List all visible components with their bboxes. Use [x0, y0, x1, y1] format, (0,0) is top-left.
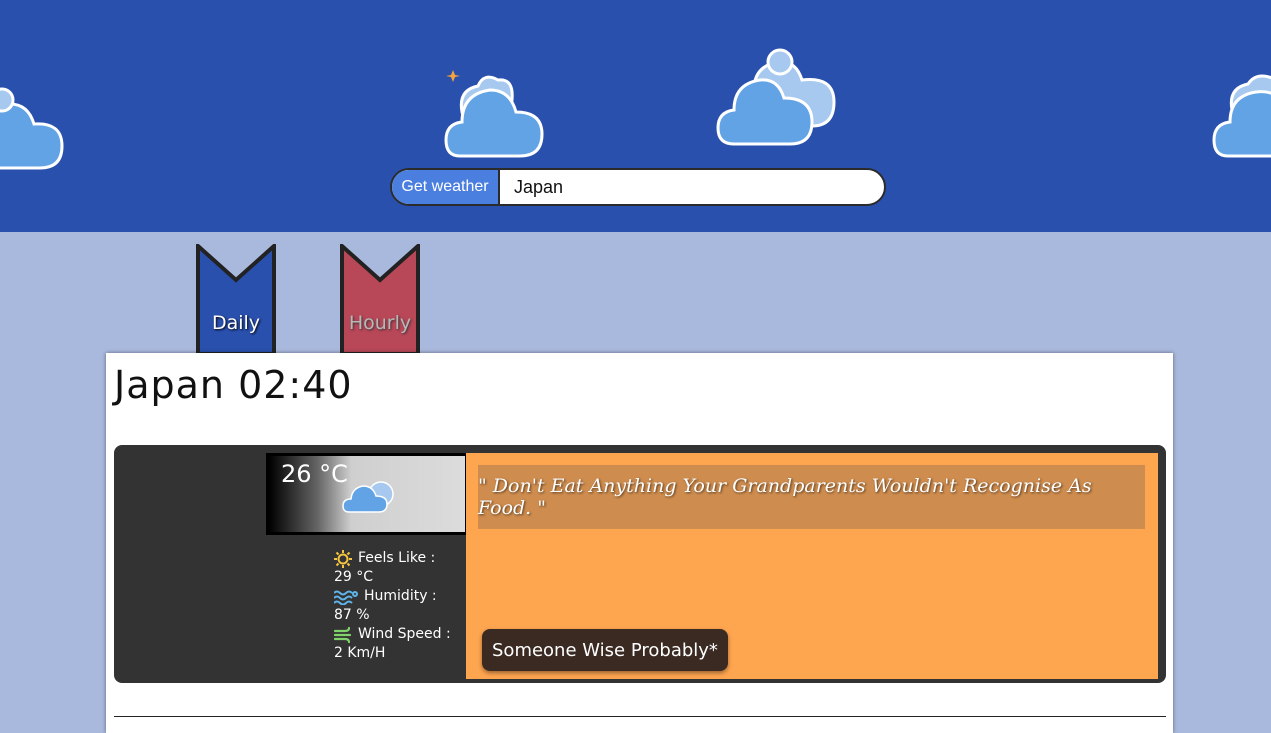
- wind-row: Wind Speed :: [334, 625, 451, 644]
- humidity-row: Humidity :: [334, 587, 451, 606]
- tab-label: Hourly: [348, 312, 412, 334]
- cloud-icon: [716, 48, 836, 146]
- quote-box: " Don't Eat Anything Your Grandparents W…: [478, 465, 1145, 529]
- search-bar: Get weather: [390, 168, 886, 206]
- humidity-label: Humidity :: [364, 588, 437, 604]
- humidity-value: 87 %: [334, 607, 370, 623]
- current-weather-panel: 26 °C Feels Like: 29 °C Humidity: 87 %…: [114, 445, 1166, 683]
- temperature-value: 26 °C: [281, 460, 348, 488]
- quote-text: " Don't Eat Anything Your Grandparents W…: [478, 475, 1092, 519]
- sun-icon: [334, 549, 352, 568]
- tab-daily[interactable]: Daily: [196, 241, 276, 356]
- wind-icon: [334, 626, 352, 643]
- weather-card: Japan 02:40 26 °C Feels Like: 29 °C Hum…: [106, 353, 1173, 733]
- weather-stats: Feels Like : 29 °C Humidity : 87 % Wind …: [334, 549, 451, 663]
- wind-value: 2 Km/H: [334, 645, 386, 661]
- cloud-icon: [0, 87, 64, 170]
- quote-author: Someone Wise Probably*: [482, 629, 728, 671]
- wind-label: Wind Speed :: [358, 626, 451, 642]
- location-title: Japan 02:40: [114, 363, 353, 407]
- tab-hourly[interactable]: Hourly: [340, 241, 420, 356]
- feels-like-value: 29 °C: [334, 569, 374, 585]
- ribbon-shape: [340, 241, 420, 356]
- tab-label: Daily: [211, 312, 261, 334]
- humidity-icon: [334, 590, 358, 605]
- feels-like-row: Feels Like :: [334, 549, 451, 568]
- cloud-weather-icon: [342, 481, 394, 513]
- divider: [114, 716, 1166, 717]
- quote-area: " Don't Eat Anything Your Grandparents W…: [466, 453, 1158, 679]
- get-weather-button[interactable]: Get weather: [392, 170, 500, 204]
- temperature-box: 26 °C: [266, 453, 468, 535]
- cloud-icon: [1212, 74, 1271, 158]
- location-input[interactable]: [500, 170, 884, 204]
- cloud-icon: [444, 75, 544, 158]
- feels-like-label: Feels Like :: [358, 550, 436, 566]
- header: Get weather: [0, 0, 1271, 232]
- ribbon-shape: [196, 241, 276, 356]
